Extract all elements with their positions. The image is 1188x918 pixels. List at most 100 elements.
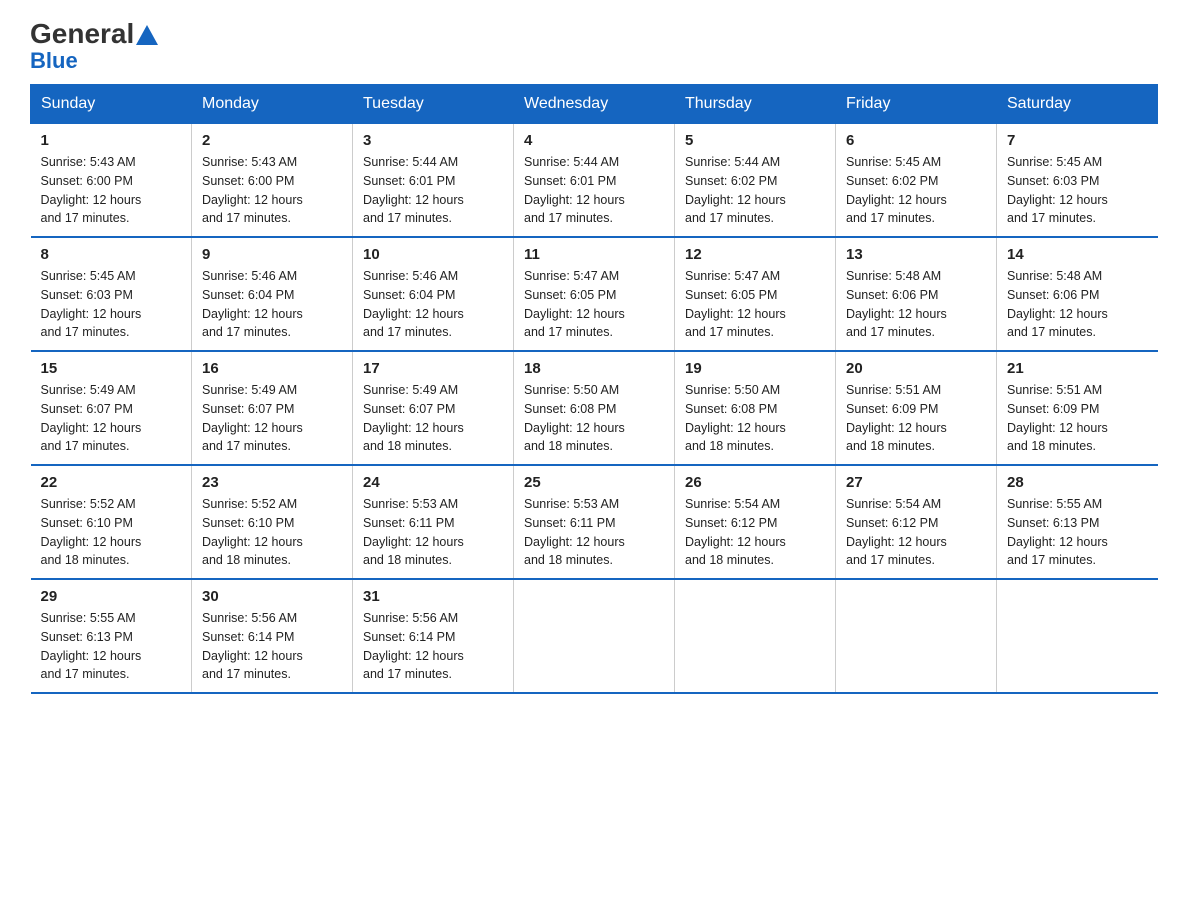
day-info: Sunrise: 5:52 AMSunset: 6:10 PMDaylight:… <box>41 497 142 567</box>
day-number: 25 <box>524 474 664 491</box>
day-info: Sunrise: 5:47 AMSunset: 6:05 PMDaylight:… <box>524 269 625 339</box>
day-info: Sunrise: 5:49 AMSunset: 6:07 PMDaylight:… <box>363 383 464 453</box>
calendar-cell: 15 Sunrise: 5:49 AMSunset: 6:07 PMDaylig… <box>31 351 192 465</box>
day-info: Sunrise: 5:51 AMSunset: 6:09 PMDaylight:… <box>1007 383 1108 453</box>
calendar-cell: 9 Sunrise: 5:46 AMSunset: 6:04 PMDayligh… <box>192 237 353 351</box>
logo-triangle-icon <box>136 25 158 45</box>
logo-general: General <box>30 20 134 48</box>
day-info: Sunrise: 5:48 AMSunset: 6:06 PMDaylight:… <box>846 269 947 339</box>
calendar-cell: 12 Sunrise: 5:47 AMSunset: 6:05 PMDaylig… <box>675 237 836 351</box>
calendar-cell: 31 Sunrise: 5:56 AMSunset: 6:14 PMDaylig… <box>353 579 514 693</box>
calendar-cell: 5 Sunrise: 5:44 AMSunset: 6:02 PMDayligh… <box>675 124 836 238</box>
calendar-table: SundayMondayTuesdayWednesdayThursdayFrid… <box>30 84 1158 694</box>
day-number: 2 <box>202 132 342 149</box>
calendar-cell: 16 Sunrise: 5:49 AMSunset: 6:07 PMDaylig… <box>192 351 353 465</box>
day-number: 18 <box>524 360 664 377</box>
day-number: 20 <box>846 360 986 377</box>
day-info: Sunrise: 5:44 AMSunset: 6:01 PMDaylight:… <box>363 155 464 225</box>
day-number: 8 <box>41 246 182 263</box>
calendar-cell: 27 Sunrise: 5:54 AMSunset: 6:12 PMDaylig… <box>836 465 997 579</box>
day-info: Sunrise: 5:56 AMSunset: 6:14 PMDaylight:… <box>363 611 464 681</box>
day-number: 19 <box>685 360 825 377</box>
header-thursday: Thursday <box>675 85 836 124</box>
logo-blue: Blue <box>30 48 78 73</box>
calendar-cell: 13 Sunrise: 5:48 AMSunset: 6:06 PMDaylig… <box>836 237 997 351</box>
day-info: Sunrise: 5:54 AMSunset: 6:12 PMDaylight:… <box>846 497 947 567</box>
day-info: Sunrise: 5:51 AMSunset: 6:09 PMDaylight:… <box>846 383 947 453</box>
calendar-cell: 3 Sunrise: 5:44 AMSunset: 6:01 PMDayligh… <box>353 124 514 238</box>
day-info: Sunrise: 5:49 AMSunset: 6:07 PMDaylight:… <box>202 383 303 453</box>
calendar-cell: 25 Sunrise: 5:53 AMSunset: 6:11 PMDaylig… <box>514 465 675 579</box>
calendar-week-row: 1 Sunrise: 5:43 AMSunset: 6:00 PMDayligh… <box>31 124 1158 238</box>
calendar-cell <box>675 579 836 693</box>
calendar-cell: 30 Sunrise: 5:56 AMSunset: 6:14 PMDaylig… <box>192 579 353 693</box>
calendar-cell: 4 Sunrise: 5:44 AMSunset: 6:01 PMDayligh… <box>514 124 675 238</box>
calendar-week-row: 29 Sunrise: 5:55 AMSunset: 6:13 PMDaylig… <box>31 579 1158 693</box>
header-friday: Friday <box>836 85 997 124</box>
day-info: Sunrise: 5:53 AMSunset: 6:11 PMDaylight:… <box>524 497 625 567</box>
calendar-cell: 23 Sunrise: 5:52 AMSunset: 6:10 PMDaylig… <box>192 465 353 579</box>
day-number: 6 <box>846 132 986 149</box>
day-info: Sunrise: 5:55 AMSunset: 6:13 PMDaylight:… <box>41 611 142 681</box>
calendar-cell: 17 Sunrise: 5:49 AMSunset: 6:07 PMDaylig… <box>353 351 514 465</box>
calendar-cell: 22 Sunrise: 5:52 AMSunset: 6:10 PMDaylig… <box>31 465 192 579</box>
day-number: 31 <box>363 588 503 605</box>
day-number: 5 <box>685 132 825 149</box>
day-info: Sunrise: 5:50 AMSunset: 6:08 PMDaylight:… <box>524 383 625 453</box>
header-wednesday: Wednesday <box>514 85 675 124</box>
day-number: 10 <box>363 246 503 263</box>
day-info: Sunrise: 5:43 AMSunset: 6:00 PMDaylight:… <box>202 155 303 225</box>
calendar-cell: 1 Sunrise: 5:43 AMSunset: 6:00 PMDayligh… <box>31 124 192 238</box>
calendar-cell: 28 Sunrise: 5:55 AMSunset: 6:13 PMDaylig… <box>997 465 1158 579</box>
day-number: 27 <box>846 474 986 491</box>
calendar-cell <box>836 579 997 693</box>
calendar-cell: 26 Sunrise: 5:54 AMSunset: 6:12 PMDaylig… <box>675 465 836 579</box>
calendar-cell <box>514 579 675 693</box>
day-number: 9 <box>202 246 342 263</box>
day-number: 3 <box>363 132 503 149</box>
calendar-header-row: SundayMondayTuesdayWednesdayThursdayFrid… <box>31 85 1158 124</box>
day-info: Sunrise: 5:50 AMSunset: 6:08 PMDaylight:… <box>685 383 786 453</box>
day-number: 11 <box>524 246 664 263</box>
calendar-cell: 20 Sunrise: 5:51 AMSunset: 6:09 PMDaylig… <box>836 351 997 465</box>
day-info: Sunrise: 5:56 AMSunset: 6:14 PMDaylight:… <box>202 611 303 681</box>
day-number: 7 <box>1007 132 1148 149</box>
calendar-cell: 29 Sunrise: 5:55 AMSunset: 6:13 PMDaylig… <box>31 579 192 693</box>
calendar-cell: 21 Sunrise: 5:51 AMSunset: 6:09 PMDaylig… <box>997 351 1158 465</box>
logo: General Blue <box>30 20 158 74</box>
day-info: Sunrise: 5:45 AMSunset: 6:03 PMDaylight:… <box>41 269 142 339</box>
calendar-cell: 11 Sunrise: 5:47 AMSunset: 6:05 PMDaylig… <box>514 237 675 351</box>
day-number: 15 <box>41 360 182 377</box>
calendar-cell: 2 Sunrise: 5:43 AMSunset: 6:00 PMDayligh… <box>192 124 353 238</box>
calendar-cell <box>997 579 1158 693</box>
calendar-cell: 8 Sunrise: 5:45 AMSunset: 6:03 PMDayligh… <box>31 237 192 351</box>
day-number: 14 <box>1007 246 1148 263</box>
day-number: 29 <box>41 588 182 605</box>
day-info: Sunrise: 5:53 AMSunset: 6:11 PMDaylight:… <box>363 497 464 567</box>
calendar-week-row: 8 Sunrise: 5:45 AMSunset: 6:03 PMDayligh… <box>31 237 1158 351</box>
day-number: 28 <box>1007 474 1148 491</box>
day-number: 23 <box>202 474 342 491</box>
day-number: 17 <box>363 360 503 377</box>
day-info: Sunrise: 5:52 AMSunset: 6:10 PMDaylight:… <box>202 497 303 567</box>
calendar-cell: 10 Sunrise: 5:46 AMSunset: 6:04 PMDaylig… <box>353 237 514 351</box>
day-info: Sunrise: 5:55 AMSunset: 6:13 PMDaylight:… <box>1007 497 1108 567</box>
day-info: Sunrise: 5:46 AMSunset: 6:04 PMDaylight:… <box>363 269 464 339</box>
day-info: Sunrise: 5:49 AMSunset: 6:07 PMDaylight:… <box>41 383 142 453</box>
day-info: Sunrise: 5:46 AMSunset: 6:04 PMDaylight:… <box>202 269 303 339</box>
day-info: Sunrise: 5:48 AMSunset: 6:06 PMDaylight:… <box>1007 269 1108 339</box>
day-number: 24 <box>363 474 503 491</box>
day-info: Sunrise: 5:45 AMSunset: 6:03 PMDaylight:… <box>1007 155 1108 225</box>
calendar-week-row: 15 Sunrise: 5:49 AMSunset: 6:07 PMDaylig… <box>31 351 1158 465</box>
day-number: 16 <box>202 360 342 377</box>
day-info: Sunrise: 5:54 AMSunset: 6:12 PMDaylight:… <box>685 497 786 567</box>
calendar-week-row: 22 Sunrise: 5:52 AMSunset: 6:10 PMDaylig… <box>31 465 1158 579</box>
header-sunday: Sunday <box>31 85 192 124</box>
calendar-cell: 7 Sunrise: 5:45 AMSunset: 6:03 PMDayligh… <box>997 124 1158 238</box>
day-number: 30 <box>202 588 342 605</box>
day-info: Sunrise: 5:47 AMSunset: 6:05 PMDaylight:… <box>685 269 786 339</box>
day-info: Sunrise: 5:45 AMSunset: 6:02 PMDaylight:… <box>846 155 947 225</box>
header-saturday: Saturday <box>997 85 1158 124</box>
day-number: 4 <box>524 132 664 149</box>
day-number: 13 <box>846 246 986 263</box>
